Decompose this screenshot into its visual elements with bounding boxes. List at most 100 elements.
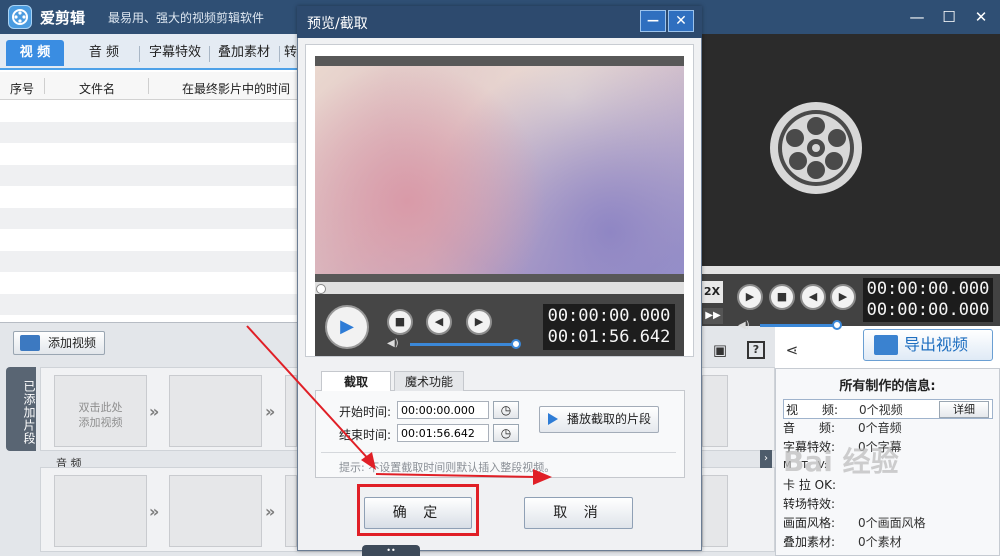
tab-audio[interactable]: 音 频 (76, 40, 132, 66)
table-row[interactable] (0, 100, 297, 122)
dialog-close-button[interactable]: ✕ (668, 10, 694, 32)
added-clips-label: 已添加片段 (6, 367, 36, 451)
table-row[interactable] (0, 186, 297, 208)
info-row-transition: 转场特效: (783, 494, 993, 514)
tab-trim[interactable]: 截取 (321, 371, 391, 392)
tab-overlay-material[interactable]: 叠加素材 (214, 40, 274, 66)
table-row[interactable] (0, 164, 297, 186)
tab-transition[interactable]: 转 (284, 40, 297, 66)
dialog-play-button[interactable]: ▶ (325, 305, 369, 349)
audio-slot[interactable] (285, 475, 297, 547)
info-value: 0个视频 (859, 403, 903, 417)
dialog-prev-frame-button[interactable]: ◀ (426, 309, 452, 335)
main-total-time: 00:00:00.000 (866, 300, 990, 320)
table-row[interactable] (0, 250, 297, 272)
main-next-button[interactable]: ▶ (830, 284, 856, 310)
app-slogan: 最易用、强大的视频剪辑软件 (108, 11, 265, 25)
info-row-audio: 音 频: 0个音频 (783, 418, 993, 438)
save-icon[interactable]: ▣ (711, 341, 729, 359)
column-filename: 文件名 (79, 82, 116, 96)
share-icon[interactable]: ⋖ (783, 341, 801, 359)
empty-clip-hint-line1: 双击此处 (78, 401, 123, 414)
video-list[interactable] (0, 100, 297, 322)
audio-slot[interactable] (169, 475, 262, 547)
next-arrow-icon: » (149, 402, 160, 421)
table-row[interactable] (0, 207, 297, 229)
table-row[interactable] (0, 121, 297, 143)
fast-forward-icon[interactable]: ▶▶ (703, 308, 723, 324)
close-button[interactable]: ✕ (970, 6, 992, 28)
detail-button[interactable]: 详细 (939, 401, 989, 418)
cancel-button[interactable]: 取 消 (524, 497, 633, 529)
column-time-in-movie: 在最终影片中的时间 (182, 82, 291, 96)
info-row-overlay: 叠加素材: 0个素材 (783, 532, 993, 552)
dialog-volume-knob[interactable] (511, 339, 521, 349)
play-icon (548, 413, 558, 425)
trim-hint: 提示: 不设置截取时间则默认插入整段视频。 (339, 461, 556, 474)
end-time-input[interactable] (397, 424, 489, 442)
film-add-icon (20, 335, 40, 351)
divider (321, 452, 676, 453)
dialog-stop-button[interactable]: ■ (387, 309, 413, 335)
empty-clip-hint-line2: 添加视频 (78, 416, 123, 429)
highlight-box (357, 484, 479, 536)
speed-button[interactable]: 2X (701, 281, 723, 303)
info-title: 所有制作的信息: (839, 379, 936, 394)
dialog-time-display: 00:00:00.000 00:01:56.642 (543, 304, 675, 350)
info-key: 画面风格: (783, 516, 836, 530)
main-current-time: 00:00:00.000 (866, 279, 990, 299)
table-row[interactable] (0, 143, 297, 165)
dialog-title: 预览/截取 (307, 16, 368, 32)
tab-divider (279, 46, 280, 62)
table-row[interactable] (0, 229, 297, 251)
tab-divider (209, 46, 210, 62)
main-prev-button[interactable]: ◀ (800, 284, 826, 310)
next-arrow-icon: » (149, 502, 160, 521)
info-key: 叠加素材: (783, 535, 836, 549)
clip-slot[interactable] (285, 375, 297, 447)
table-row[interactable] (0, 293, 297, 315)
main-play-button[interactable]: ▶ (737, 284, 763, 310)
dialog-next-frame-button[interactable]: ▶ (466, 309, 492, 335)
film-reel-icon (768, 100, 864, 196)
main-volume-knob[interactable] (832, 320, 842, 330)
maximize-button[interactable]: ☐ (938, 6, 960, 28)
set-start-clock-icon[interactable]: ◷ (493, 401, 519, 419)
export-icon (874, 335, 898, 355)
audio-slot[interactable] (702, 475, 728, 547)
tab-divider (139, 46, 140, 62)
panel-collapse-toggle[interactable]: › (760, 450, 772, 468)
dialog-current-time: 00:00:00.000 (547, 306, 671, 326)
main-volume-slider[interactable] (760, 324, 836, 327)
main-stop-button[interactable]: ■ (769, 284, 795, 310)
dialog-volume-slider[interactable] (410, 343, 516, 346)
tab-magic-functions[interactable]: 魔术功能 (394, 371, 464, 392)
info-key: 转场特效: (783, 497, 836, 511)
main-seekbar[interactable] (701, 266, 1000, 274)
scroll-handle[interactable]: •• (362, 545, 420, 556)
dialog-seek-handle[interactable] (316, 284, 326, 294)
empty-clip-slot[interactable]: 双击此处 添加视频 (54, 375, 147, 447)
next-arrow-icon: » (265, 402, 276, 421)
help-icon[interactable]: ? (747, 341, 765, 359)
info-key: 视 频: (786, 403, 839, 417)
column-divider (44, 78, 45, 94)
info-key: 音 频: (783, 421, 836, 435)
clip-slot[interactable] (169, 375, 262, 447)
column-index: 序号 (10, 82, 35, 96)
app-name: 爱剪辑 (40, 9, 86, 27)
tab-video[interactable]: 视 频 (6, 40, 64, 66)
table-row[interactable] (0, 272, 297, 294)
main-time-display: 00:00:00.000 00:00:00.000 (863, 278, 993, 322)
tab-subtitle-effects[interactable]: 字幕特效 (145, 40, 205, 66)
start-time-input[interactable] (397, 401, 489, 419)
audio-slot[interactable] (54, 475, 147, 547)
dialog-minimize-button[interactable]: — (640, 10, 666, 32)
set-end-clock-icon[interactable]: ◷ (493, 424, 519, 442)
minimize-button[interactable]: — (906, 6, 928, 28)
clip-slot[interactable] (702, 375, 728, 447)
next-arrow-icon: » (265, 502, 276, 521)
info-row-style: 画面风格: 0个画面风格 (783, 513, 993, 533)
start-time-label: 开始时间: (339, 405, 392, 419)
watermark: Bai 经验 (783, 445, 899, 478)
